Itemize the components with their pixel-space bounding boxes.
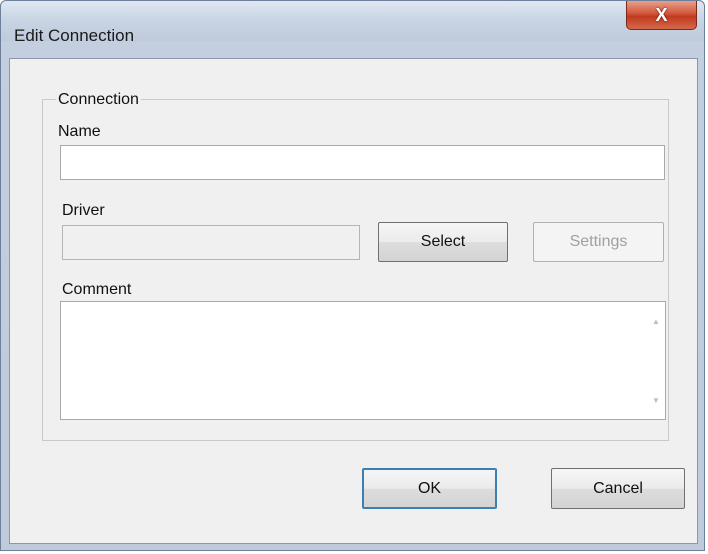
driver-label: Driver (62, 202, 105, 219)
comment-textarea[interactable]: ▲ ▼ (60, 301, 666, 420)
dialog-window: Edit Connection X Connection Name Driver… (0, 0, 705, 551)
select-button[interactable]: Select (378, 222, 508, 262)
title-bar[interactable]: Edit Connection X (1, 1, 704, 45)
window-title: Edit Connection (14, 26, 135, 45)
driver-input (62, 225, 360, 260)
dialog-client-area: Connection Name Driver Select Settings C… (9, 58, 698, 544)
settings-button: Settings (533, 222, 664, 262)
ok-button[interactable]: OK (362, 468, 497, 509)
comment-label: Comment (62, 281, 132, 298)
cancel-button[interactable]: Cancel (551, 468, 685, 509)
close-button[interactable]: X (626, 1, 697, 30)
scroll-down-icon[interactable]: ▼ (647, 391, 665, 409)
scroll-up-icon[interactable]: ▲ (647, 312, 665, 330)
name-label: Name (58, 123, 101, 140)
name-input[interactable] (60, 145, 665, 180)
close-icon: X (655, 4, 668, 25)
connection-group-label: Connection (56, 91, 141, 109)
comment-scrollbar[interactable]: ▲ ▼ (647, 302, 665, 419)
